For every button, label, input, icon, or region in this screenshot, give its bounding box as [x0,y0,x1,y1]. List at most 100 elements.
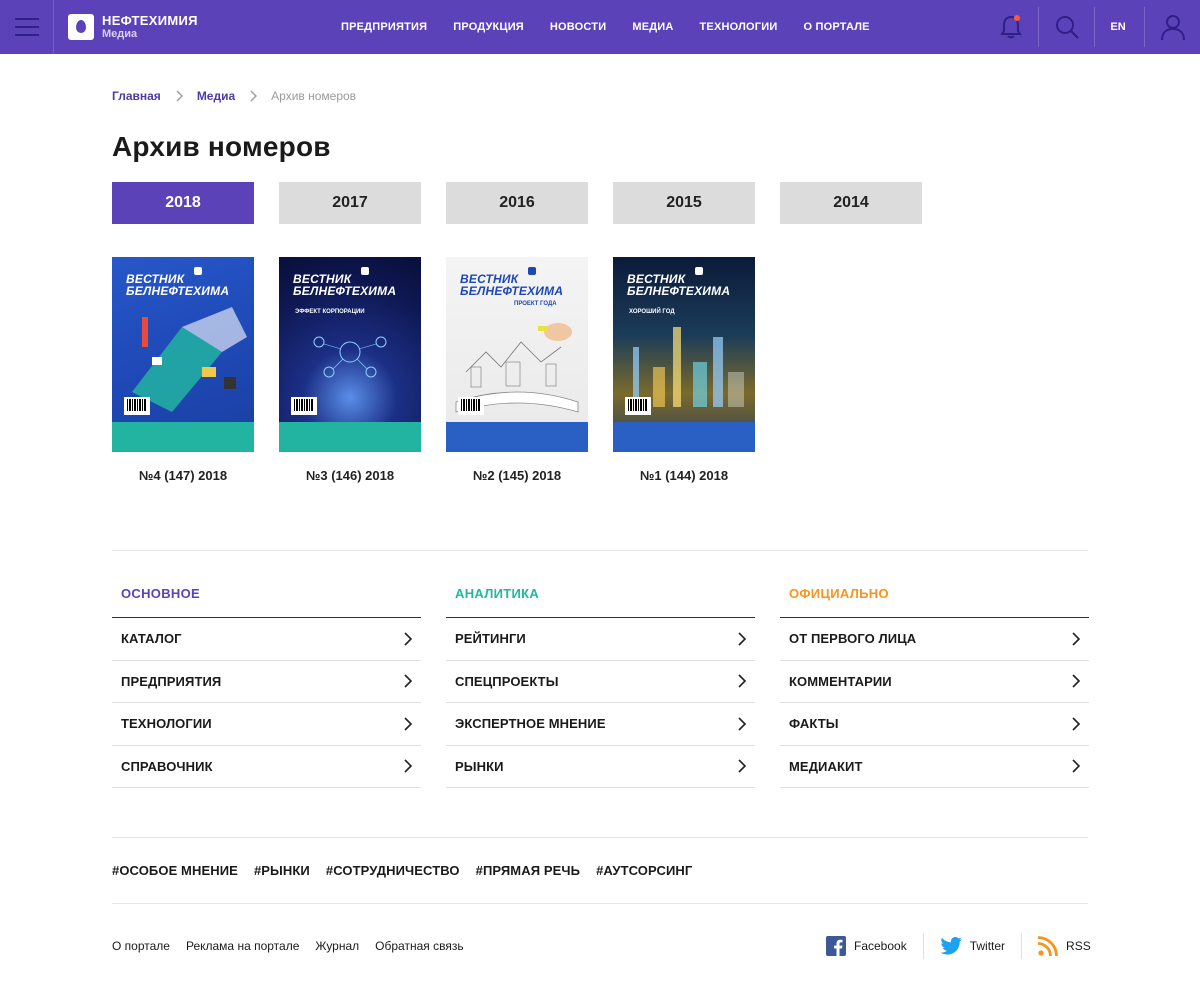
issue-card[interactable]: ВЕСТНИК БЕЛНЕФТЕХИМА ЭФФЕКТ КОРПОРАЦИИ №… [279,257,421,483]
chevron-right-icon [250,90,258,102]
breadcrumb-home[interactable]: Главная [112,89,161,103]
issue-cover-image[interactable]: ВЕСТНИК БЕЛНЕФТЕХИМА ХОРОШИЙ ГОД [613,257,755,452]
header-divider [1094,7,1095,47]
issue-card[interactable]: ВЕСТНИК БЕЛНЕФТЕХИМА ХОРОШИЙ ГОД №1 (144… [613,257,755,483]
chevron-right-icon [404,759,413,773]
main-nav: ПРЕДПРИЯТИЯ ПРОДУКЦИЯ НОВОСТИ МЕДИА ТЕХН… [341,0,896,54]
language-switch[interactable]: EN [1096,0,1140,54]
footer-link-label: МЕДИАКИТ [789,758,863,774]
footer-link-mediakit[interactable]: МЕДИАКИТ [780,746,1089,788]
breadcrumb-media[interactable]: Медиа [197,89,235,103]
footer-link-enterprises[interactable]: ПРЕДПРИЯТИЯ [112,661,421,703]
facebook-icon [826,936,846,956]
twitter-label: Twitter [969,939,1006,953]
top-header: НЕФТЕХИМИЯ Медиа ПРЕДПРИЯТИЯ ПРОДУКЦИЯ Н… [0,0,1200,54]
footer-menu-title: ОФИЦИАЛЬНО [780,587,1089,618]
footer-link-label: КАТАЛОГ [121,631,182,647]
footer-link-special-projects[interactable]: СПЕЦПРОЕКТЫ [446,661,755,703]
tag-link[interactable]: #ПРЯМАЯ РЕЧЬ [476,863,580,878]
issue-cover-image[interactable]: ВЕСТНИК БЕЛНЕФТЕХИМА ЭФФЕКТ КОРПОРАЦИИ [279,257,421,452]
issue-cover-image[interactable]: ВЕСТНИК БЕЛНЕФТЕХИМА ПРОЕКТ ГОДА [446,257,588,452]
footer-link-first-person[interactable]: ОТ ПЕРВОГО ЛИЦА [780,618,1089,661]
cover-band [279,422,421,452]
menu-burger-button[interactable] [0,0,54,54]
issue-card[interactable]: ВЕСТНИК БЕЛНЕФТЕХИМА №4 (147) 2018 [112,257,254,483]
cover-barcode [291,397,317,415]
footer-link-markets[interactable]: РЫНКИ [446,746,755,788]
nav-enterprises[interactable]: ПРЕДПРИЯТИЯ [341,21,427,33]
footer-link-ratings[interactable]: РЕЙТИНГИ [446,618,755,661]
year-tab-2016[interactable]: 2016 [446,182,588,224]
chevron-right-icon [404,674,413,688]
facebook-link[interactable]: Facebook [826,936,907,956]
footer-link-about[interactable]: О портале [112,939,170,953]
nav-about[interactable]: О ПОРТАЛЕ [803,21,869,33]
user-icon [1161,15,1185,41]
footer-link-facts[interactable]: ФАКТЫ [780,703,1089,746]
nav-news[interactable]: НОВОСТИ [550,21,606,33]
rss-icon [1038,936,1058,956]
issue-cover-image[interactable]: ВЕСТНИК БЕЛНЕФТЕХИМА [112,257,254,452]
footer-link-expert-opinion[interactable]: ЭКСПЕРТНОЕ МНЕНИЕ [446,703,755,746]
issue-label[interactable]: №4 (147) 2018 [112,468,254,483]
cover-headline: ХОРОШИЙ ГОД [629,309,675,315]
chevron-right-icon [738,759,747,773]
section-divider [112,550,1088,551]
footer-link-label: СПЕЦПРОЕКТЫ [455,673,559,689]
nav-technologies[interactable]: ТЕХНОЛОГИИ [700,21,778,33]
chevron-right-icon [404,632,413,646]
cover-barcode [124,397,150,415]
nav-products[interactable]: ПРОДУКЦИЯ [453,21,524,33]
bell-icon [1000,15,1022,39]
cover-illustration [132,307,247,412]
footer-link-directory[interactable]: СПРАВОЧНИК [112,746,421,788]
issue-label[interactable]: №2 (145) 2018 [446,468,588,483]
issue-card[interactable]: ВЕСТНИК БЕЛНЕФТЕХИМА ПРОЕКТ ГОДА №2 (145… [446,257,588,483]
footer-menu-title: АНАЛИТИКА [446,587,755,618]
search-icon [1056,16,1079,39]
year-tab-2015[interactable]: 2015 [613,182,755,224]
year-tab-2018[interactable]: 2018 [112,182,254,224]
tag-link[interactable]: #СОТРУДНИЧЕСТВО [326,863,460,878]
footer-link-catalog[interactable]: КАТАЛОГ [112,618,421,661]
breadcrumb-current: Архив номеров [271,89,357,103]
rss-link[interactable]: RSS [1038,936,1091,956]
issue-label[interactable]: №1 (144) 2018 [613,468,755,483]
cover-barcode [458,397,484,415]
chevron-right-icon [738,632,747,646]
tag-link[interactable]: #РЫНКИ [254,863,310,878]
cover-masthead: ВЕСТНИК БЕЛНЕФТЕХИМА [460,272,564,298]
rss-label: RSS [1066,939,1091,953]
footer-link-journal[interactable]: Журнал [315,939,359,953]
footer-menu-official: ОФИЦИАЛЬНО ОТ ПЕРВОГО ЛИЦА КОММЕНТАРИИ Ф… [780,587,1089,788]
site-logo[interactable]: НЕФТЕХИМИЯ Медиа [68,12,198,42]
footer-link-label: РЫНКИ [455,758,504,774]
footer-link-feedback[interactable]: Обратная связь [375,939,463,953]
footer-link-technologies[interactable]: ТЕХНОЛОГИИ [112,703,421,746]
notifications-button[interactable] [984,0,1038,54]
user-account-button[interactable] [1146,0,1200,54]
footer-link-advertising[interactable]: Реклама на портале [186,939,299,953]
footer-link-label: КОММЕНТАРИИ [789,673,892,689]
footer-link-label: СПРАВОЧНИК [121,758,213,774]
tag-link[interactable]: #ОСОБОЕ МНЕНИЕ [112,863,238,878]
year-tab-2017[interactable]: 2017 [279,182,421,224]
burger-line [15,26,39,28]
chevron-right-icon [738,717,747,731]
footer-link-comments[interactable]: КОММЕНТАРИИ [780,661,1089,703]
footer-link-label: ФАКТЫ [789,716,839,732]
cover-band [613,422,755,452]
footer-menus: ОСНОВНОЕ КАТАЛОГ ПРЕДПРИЯТИЯ ТЕХНОЛОГИИ … [112,587,1089,788]
section-divider [112,903,1088,904]
cover-headline: ЭФФЕКТ КОРПОРАЦИИ [295,309,365,315]
footer-menu-title: ОСНОВНОЕ [112,587,421,618]
nav-media[interactable]: МЕДИА [632,21,673,33]
cover-band [112,422,254,452]
chevron-right-icon [1072,759,1081,773]
issue-label[interactable]: №3 (146) 2018 [279,468,421,483]
tag-link[interactable]: #АУТСОРСИНГ [596,863,692,878]
year-tab-2014[interactable]: 2014 [780,182,922,224]
twitter-link[interactable]: Twitter [940,937,1005,955]
cover-headline: ПРОЕКТ ГОДА [514,301,557,307]
search-button[interactable] [1040,0,1094,54]
